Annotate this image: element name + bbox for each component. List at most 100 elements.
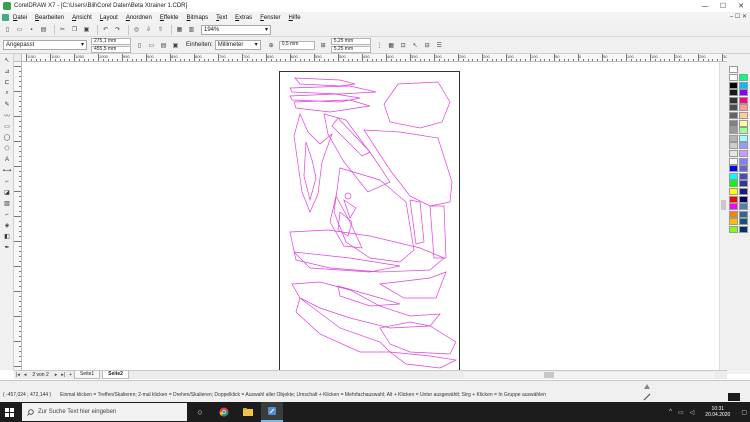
palette-swatch[interactable]: [739, 188, 748, 195]
palette-swatch[interactable]: [739, 157, 748, 165]
landscape-icon[interactable]: ▭: [147, 41, 156, 50]
menu-anordnen[interactable]: Anordnen: [126, 15, 152, 21]
page-tab-seite2[interactable]: Seite2: [102, 371, 129, 379]
outline-indicator-icon[interactable]: [643, 393, 652, 401]
copy-icon[interactable]: ❐: [70, 25, 79, 34]
palette-swatch[interactable]: [729, 157, 738, 165]
menu-fenster[interactable]: Fenster: [260, 15, 280, 21]
palette-swatch[interactable]: [729, 172, 738, 180]
align-icon[interactable]: ⊟: [423, 41, 432, 50]
task-view-icon[interactable]: ○: [189, 402, 211, 422]
color-eyedropper-tool-icon[interactable]: ⌐: [2, 210, 12, 219]
shape-tool-icon[interactable]: ⊿: [2, 67, 12, 76]
text-tool-icon[interactable]: A: [2, 155, 12, 164]
palette-swatch[interactable]: [739, 195, 748, 203]
fill-indicator-icon[interactable]: [643, 383, 652, 391]
next-page-button[interactable]: ▸: [55, 372, 58, 378]
menu-extras[interactable]: Extras: [235, 15, 252, 21]
new-icon[interactable]: ▯: [3, 25, 12, 34]
current-page-icon[interactable]: ▣: [171, 41, 180, 50]
palette-swatch[interactable]: [729, 203, 738, 211]
palette-swatch[interactable]: [739, 150, 748, 157]
taskbar-search-box[interactable]: Zur Suche Text hier eingeben: [22, 403, 187, 421]
file-explorer-icon[interactable]: [237, 402, 259, 422]
zoom-level-select[interactable]: 194%: [201, 24, 271, 35]
no-color-swatch[interactable]: [729, 66, 738, 73]
palette-swatch[interactable]: [739, 81, 748, 89]
palette-swatch[interactable]: [739, 180, 748, 188]
pattern-piece[interactable]: [303, 141, 317, 202]
notifications-icon[interactable]: ▢: [741, 409, 747, 416]
start-button[interactable]: [0, 402, 18, 422]
palette-swatch[interactable]: [729, 119, 738, 127]
chrome-icon[interactable]: [213, 402, 235, 422]
menu-text[interactable]: Text: [216, 15, 227, 21]
outline-color-swatch[interactable]: [728, 393, 740, 401]
undo-icon[interactable]: ↶: [101, 25, 110, 34]
options-icon[interactable]: ☰: [435, 41, 444, 50]
show-hidden-icons-icon[interactable]: ^: [669, 409, 672, 415]
page-height-field[interactable]: 455,5 mm: [91, 45, 131, 53]
palette-swatch[interactable]: [739, 74, 748, 81]
artistic-media-tool-icon[interactable]: 〰: [2, 111, 12, 120]
ellipse-tool-icon[interactable]: ◯: [2, 133, 12, 142]
menu-datei[interactable]: Datei: [13, 15, 27, 21]
welcome-screen-icon[interactable]: ▥: [187, 25, 196, 34]
palette-swatch[interactable]: [729, 81, 738, 89]
minimize-button[interactable]: —: [696, 0, 714, 12]
pattern-piece[interactable]: [378, 271, 447, 299]
crop-tool-icon[interactable]: ⊏: [2, 78, 12, 87]
coreldraw-taskbar-icon[interactable]: [261, 402, 283, 422]
palette-swatch[interactable]: [729, 142, 738, 150]
portrait-icon[interactable]: ▯: [135, 41, 144, 50]
palette-swatch[interactable]: [739, 127, 748, 135]
export-icon[interactable]: ⇧: [156, 25, 165, 34]
vertical-scroll-thumb[interactable]: [721, 200, 726, 210]
pattern-piece[interactable]: [337, 285, 401, 307]
print-icon[interactable]: ▤: [39, 25, 48, 34]
previous-page-button[interactable]: ◂: [24, 372, 27, 378]
search-content-icon[interactable]: ◎: [132, 25, 141, 34]
rectangle-tool-icon[interactable]: ▭: [2, 122, 12, 131]
vertical-scrollbar[interactable]: [719, 62, 727, 370]
palette-swatch[interactable]: [729, 218, 738, 226]
pointer-option-icon[interactable]: ↖: [411, 41, 420, 50]
freehand-tool-icon[interactable]: ✎: [2, 100, 12, 109]
document-page[interactable]: [279, 71, 460, 370]
pattern-piece[interactable]: [293, 251, 401, 273]
pattern-piece[interactable]: [343, 199, 357, 219]
polygon-tool-icon[interactable]: ⬠: [2, 144, 12, 153]
cut-icon[interactable]: ✂: [58, 25, 67, 34]
menu-bearbeiten[interactable]: Bearbeiten: [35, 15, 64, 21]
horizontal-ruler[interactable]: 1150 1100 1050 1000 950 900 850 800 750 700 650 600…: [22, 54, 727, 62]
vertical-ruler[interactable]: [14, 62, 22, 370]
menu-layout[interactable]: Layout: [100, 15, 118, 21]
document-window-controls[interactable]: – ☐ ✕: [730, 13, 747, 20]
import-icon[interactable]: ⇩: [144, 25, 153, 34]
palette-swatch[interactable]: [739, 96, 748, 104]
ruler-origin[interactable]: [14, 54, 22, 62]
taskbar-clock[interactable]: 10:31 20.04.2020: [705, 406, 730, 418]
palette-swatch[interactable]: [729, 150, 738, 157]
all-pages-icon[interactable]: ▤: [159, 41, 168, 50]
paste-icon[interactable]: ▣: [82, 25, 91, 34]
menu-hilfe[interactable]: Hilfe: [289, 15, 301, 21]
palette-swatch[interactable]: [739, 142, 748, 150]
palette-swatch[interactable]: [729, 188, 738, 195]
open-icon[interactable]: ▭: [15, 25, 24, 34]
add-page-button[interactable]: +: [69, 372, 72, 378]
page-tab-seite1[interactable]: Seite1: [73, 371, 101, 379]
units-select[interactable]: Millimeter: [214, 40, 261, 50]
palette-swatch[interactable]: [729, 180, 738, 188]
pattern-piece[interactable]: [388, 351, 458, 369]
first-page-button[interactable]: |◂: [16, 372, 20, 378]
palette-swatch[interactable]: [729, 104, 738, 112]
palette-swatch[interactable]: [729, 74, 738, 81]
palette-swatch[interactable]: [739, 119, 748, 127]
drop-shadow-tool-icon[interactable]: ◪: [2, 188, 12, 197]
connector-tool-icon[interactable]: ⌐: [2, 177, 12, 186]
menu-bitmaps[interactable]: Bitmaps: [186, 15, 208, 21]
drawing-canvas[interactable]: [22, 62, 719, 370]
palette-swatch[interactable]: [729, 89, 738, 97]
nudge-distance-field[interactable]: 0,5 mm: [278, 40, 315, 50]
